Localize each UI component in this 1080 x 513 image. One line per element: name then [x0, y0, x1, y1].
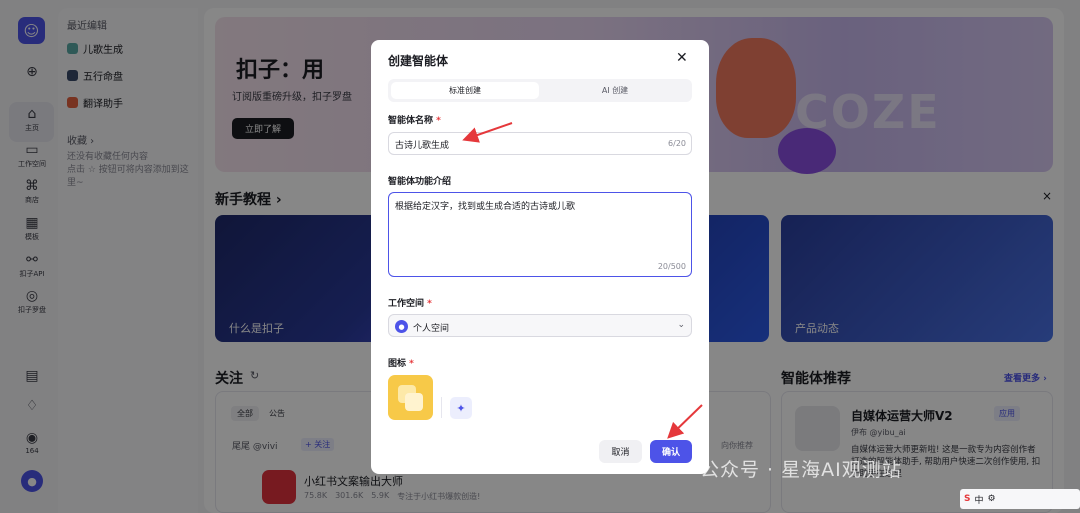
settings-icon: ⚙: [987, 494, 996, 504]
arrow-to-confirm: [667, 404, 703, 439]
watermark: 公众号 · 星海AI观测站: [700, 459, 902, 481]
sogou-icon: S: [964, 494, 971, 504]
annotation-arrows: [462, 122, 703, 439]
ime-toolbar[interactable]: S 中 ⚙: [960, 489, 1080, 509]
arrow-to-name: [462, 122, 513, 143]
ime-mode: 中: [974, 495, 984, 506]
